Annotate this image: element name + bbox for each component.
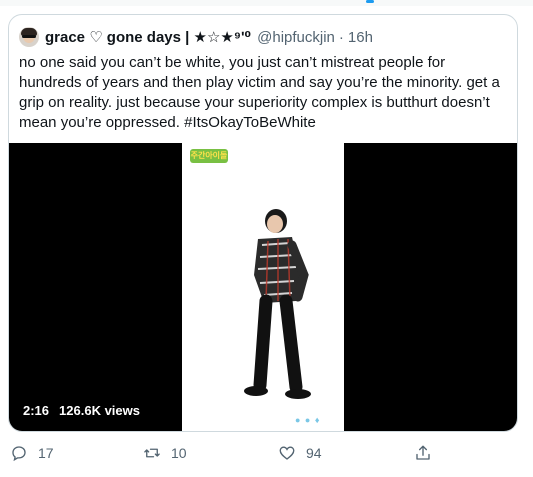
separator-dot: · <box>338 28 344 46</box>
retweet-count: 10 <box>171 445 187 461</box>
tweet-text: no one said you can’t be white, you just… <box>19 54 500 131</box>
video-frame: 주간아이돌 ● ● ♦ <box>182 143 344 431</box>
display-name[interactable]: grace ♡ gone days | ★☆★⁹ʹ⁰ <box>45 28 251 46</box>
video-info-badge: 2:16 126.6K views <box>17 401 146 421</box>
avatar-glasses <box>22 35 36 38</box>
reply-button[interactable]: 17 <box>10 440 54 466</box>
video-duration: 2:16 <box>23 403 50 418</box>
user-handle[interactable]: @hipfuckjin <box>257 29 335 46</box>
reply-count: 17 <box>38 445 54 461</box>
retweet-button[interactable]: 10 <box>143 440 187 466</box>
accent-marker <box>366 0 374 3</box>
previous-tweet-edge <box>0 0 533 6</box>
tweet-header: grace ♡ gone days | ★☆★⁹ʹ⁰ @hipfuckjin ·… <box>19 25 373 49</box>
sticker-icons: ● ● ♦ <box>295 415 321 425</box>
show-logo: 주간아이돌 <box>190 149 228 163</box>
video-player[interactable]: 주간아이돌 ● ● ♦ 2:16 126.6K views <box>9 143 517 431</box>
quoted-tweet-card[interactable]: grace ♡ gone days | ★☆★⁹ʹ⁰ @hipfuckjin ·… <box>8 14 518 432</box>
retweet-icon <box>144 448 160 458</box>
share-button[interactable] <box>414 440 442 466</box>
tweet-actions: 17 10 94 <box>0 440 533 466</box>
person-figure-icon <box>244 209 311 399</box>
like-button[interactable]: 94 <box>278 440 322 466</box>
reply-icon <box>12 446 26 462</box>
share-icon <box>416 445 430 460</box>
timestamp[interactable]: 16h <box>348 29 373 46</box>
like-count: 94 <box>306 445 322 461</box>
avatar[interactable] <box>19 27 39 47</box>
heart-icon <box>279 446 295 460</box>
video-views: 126.6K views <box>59 403 140 418</box>
